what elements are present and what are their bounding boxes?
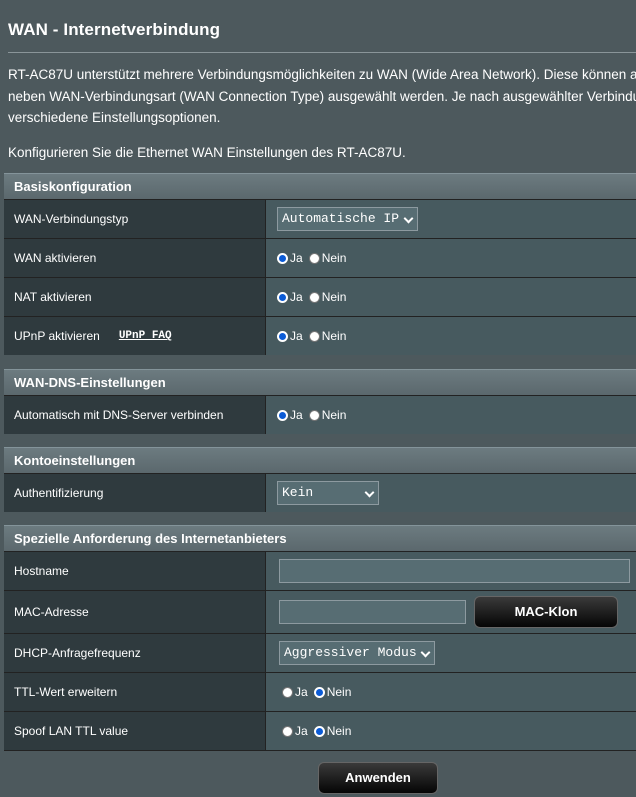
radio-unchecked-icon — [308, 330, 320, 342]
auth-value: Kein — [282, 485, 314, 500]
radio-yes-label: Ja — [290, 251, 303, 265]
radio-checked-icon — [277, 291, 288, 303]
chevron-down-icon — [364, 487, 375, 498]
mac-label: MAC-Adresse — [4, 591, 266, 633]
radio-no-label: Nein — [321, 408, 347, 422]
auth-select[interactable]: Kein — [277, 481, 379, 505]
radio-no-label: Nein — [321, 290, 347, 304]
ttl-yes-radio[interactable]: Ja — [282, 685, 308, 699]
nat-no-radio[interactable]: Nein — [308, 290, 347, 304]
nat-label: NAT aktivieren — [4, 278, 266, 316]
upnp-no-radio[interactable]: Nein — [308, 329, 347, 343]
mac-input[interactable] — [279, 600, 466, 624]
auth-row: Authentifizierung Kein — [4, 473, 636, 512]
radio-yes-label: Ja — [295, 724, 308, 738]
wan-type-row: WAN-Verbindungstyp Automatische IP — [4, 199, 636, 238]
radio-unchecked-icon — [282, 725, 293, 737]
radio-unchecked-icon — [282, 686, 293, 698]
radio-no-label: Nein — [321, 329, 347, 343]
account-section: Kontoeinstellungen Authentifizierung Kei… — [4, 447, 636, 512]
description-line-2: neben WAN-Verbindungsart (WAN Connection… — [8, 88, 636, 104]
apply-button[interactable]: Anwenden — [318, 762, 438, 794]
basis-section: Basiskonfiguration WAN-Verbindungstyp Au… — [4, 173, 636, 355]
dns-header: WAN-DNS-Einstellungen — [4, 369, 636, 395]
account-header: Kontoeinstellungen — [4, 447, 636, 473]
dhcp-value: Aggressiver Modus — [284, 645, 417, 660]
radio-no-label: Nein — [326, 724, 352, 738]
dhcp-select[interactable]: Aggressiver Modus — [279, 641, 435, 665]
hostname-row: Hostname — [4, 551, 636, 590]
radio-checked-icon — [313, 725, 325, 737]
chevron-down-icon — [403, 213, 414, 224]
description-line-3: verschiedene Einstellungsoptionen. — [8, 110, 221, 125]
radio-checked-icon — [277, 330, 288, 342]
auth-label: Authentifizierung — [4, 474, 266, 512]
dhcp-row: DHCP-Anfragefrequenz Aggressiver Modus — [4, 633, 636, 672]
nat-yes-radio[interactable]: Ja — [277, 290, 303, 304]
basis-header: Basiskonfiguration — [4, 173, 636, 199]
isp-section: Spezielle Anforderung des Internetanbiet… — [4, 525, 636, 751]
dhcp-label: DHCP-Anfragefrequenz — [4, 634, 266, 672]
description-line-1: RT-AC87U unterstützt mehrere Verbindungs… — [8, 67, 636, 82]
ttl-label: TTL-Wert erweitern — [4, 673, 266, 711]
mac-row: MAC-Adresse MAC-Klon — [4, 590, 636, 633]
page-title: WAN - Internetverbindung — [8, 20, 221, 39]
wan-type-select[interactable]: Automatische IP — [277, 207, 418, 231]
hostname-input[interactable] — [279, 559, 630, 583]
auto-dns-row: Automatisch mit DNS-Server verbinden Ja … — [4, 395, 636, 434]
radio-unchecked-icon — [308, 291, 320, 303]
mac-clone-button[interactable]: MAC-Klon — [474, 596, 618, 628]
radio-no-label: Nein — [326, 685, 352, 699]
page-description: RT-AC87U unterstützt mehrere Verbindungs… — [8, 64, 636, 129]
auto-dns-label: Automatisch mit DNS-Server verbinden — [4, 396, 266, 434]
wan-enable-no-radio[interactable]: Nein — [308, 251, 347, 265]
radio-checked-icon — [277, 409, 288, 421]
radio-yes-label: Ja — [295, 685, 308, 699]
wan-type-label: WAN-Verbindungstyp — [4, 200, 266, 238]
nat-row: NAT aktivieren Ja Nein — [4, 277, 636, 316]
chevron-down-icon — [420, 647, 431, 658]
wan-type-value: Automatische IP — [282, 211, 400, 226]
auto-dns-no-radio[interactable]: Nein — [308, 408, 347, 422]
radio-yes-label: Ja — [290, 329, 303, 343]
ttl-row: TTL-Wert erweitern Ja Nein — [4, 672, 636, 711]
radio-checked-icon — [277, 252, 288, 264]
wan-enable-label: WAN aktivieren — [4, 239, 266, 277]
radio-checked-icon — [313, 686, 325, 698]
upnp-faq-link[interactable]: UPnP FAQ — [119, 330, 172, 342]
wan-enable-row: WAN aktivieren Ja Nein — [4, 238, 636, 277]
dns-section: WAN-DNS-Einstellungen Automatisch mit DN… — [4, 369, 636, 434]
spoof-no-radio[interactable]: Nein — [313, 724, 352, 738]
spoof-yes-radio[interactable]: Ja — [282, 724, 308, 738]
spoof-row: Spoof LAN TTL value Ja Nein — [4, 711, 636, 750]
spoof-label: Spoof LAN TTL value — [4, 712, 266, 750]
radio-no-label: Nein — [321, 251, 347, 265]
title-divider — [8, 52, 636, 53]
hostname-label: Hostname — [4, 552, 266, 590]
section-bottom-border — [4, 750, 636, 751]
radio-yes-label: Ja — [290, 408, 303, 422]
radio-unchecked-icon — [308, 409, 320, 421]
config-instruction: Konfigurieren Sie die Ethernet WAN Einst… — [8, 145, 406, 160]
upnp-label-cell: UPnP aktivieren UPnP FAQ — [4, 317, 266, 355]
isp-header: Spezielle Anforderung des Internetanbiet… — [4, 525, 636, 551]
radio-yes-label: Ja — [290, 290, 303, 304]
upnp-label: UPnP aktivieren — [14, 329, 100, 343]
upnp-yes-radio[interactable]: Ja — [277, 329, 303, 343]
wan-enable-yes-radio[interactable]: Ja — [277, 251, 303, 265]
auto-dns-yes-radio[interactable]: Ja — [277, 408, 303, 422]
radio-unchecked-icon — [308, 252, 320, 264]
ttl-no-radio[interactable]: Nein — [313, 685, 352, 699]
upnp-row: UPnP aktivieren UPnP FAQ Ja Nein — [4, 316, 636, 355]
